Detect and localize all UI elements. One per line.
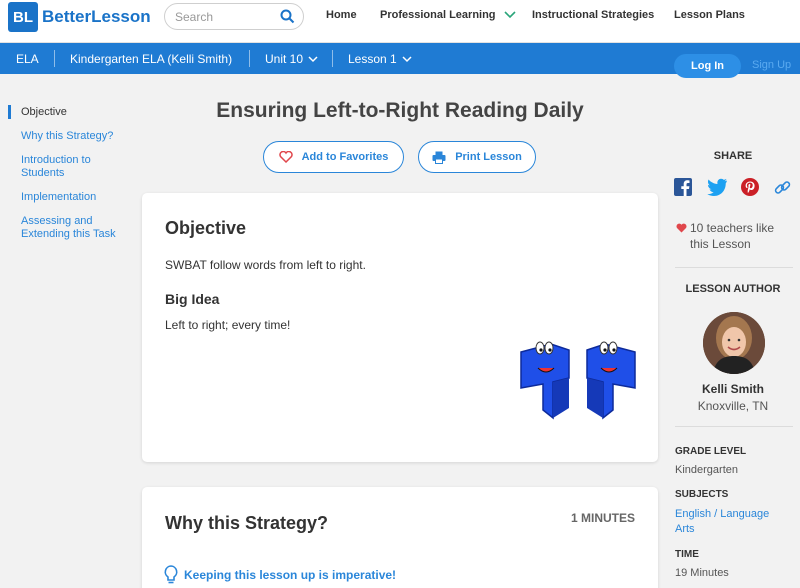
login-button[interactable]: Log In (674, 54, 741, 78)
betterlesson-logo[interactable]: BL BetterLesson (8, 2, 151, 32)
time-label: TIME (675, 549, 699, 560)
lesson-likes: 10 teachers like this Lesson (676, 220, 786, 252)
nav-home[interactable]: Home (326, 9, 357, 21)
crumb-divider (332, 50, 333, 67)
signup-link[interactable]: Sign Up (752, 59, 791, 71)
lesson-author-label: LESSON AUTHOR (685, 283, 781, 295)
facebook-icon[interactable] (674, 178, 692, 196)
section-link-why-this-strategy[interactable]: Why this Strategy? (21, 130, 126, 143)
crumb-unit[interactable]: Unit 10 (265, 52, 318, 66)
time-value: 19 Minutes (675, 567, 729, 579)
chevron-down-icon (402, 55, 412, 62)
teaching-tip: Keeping this lesson up is imperative! (164, 565, 396, 585)
big-idea-illustration (520, 341, 636, 420)
crumb-course[interactable]: Kindergarten ELA (Kelli Smith) (70, 52, 232, 66)
crumb-unit-label: Unit 10 (265, 52, 304, 66)
nav-professional-learning-label: Professional Learning (380, 9, 496, 21)
copy-link-icon[interactable] (773, 178, 792, 197)
section-link-assessing[interactable]: Assessing and Extending this Task (21, 215, 126, 241)
crumb-lesson[interactable]: Lesson 1 (348, 52, 412, 66)
logo-badge: BL (8, 2, 38, 32)
heart-icon (676, 223, 687, 233)
section-duration: 1 MINUTES (570, 511, 635, 525)
sidebar-divider (675, 426, 793, 427)
objective-heading: Objective (165, 218, 247, 238)
subjects-link[interactable]: English / Language Arts (675, 507, 785, 537)
add-to-favorites-label: Add to Favorites (301, 151, 389, 163)
objective-text: SWBAT follow words from left to right. (165, 258, 366, 272)
printer-icon (432, 151, 446, 164)
search-icon[interactable] (280, 9, 295, 29)
section-link-implementation[interactable]: Implementation (21, 191, 126, 204)
lightbulb-icon (164, 565, 178, 584)
big-idea-text: Left to right; every time! (165, 318, 291, 332)
chevron-down-icon (503, 11, 516, 19)
search-box (164, 3, 304, 30)
pinterest-icon[interactable] (741, 178, 759, 196)
share-label: SHARE (713, 150, 753, 162)
search-input[interactable] (175, 4, 280, 29)
print-lesson-button[interactable]: Print Lesson (418, 141, 536, 173)
lesson-title: Ensuring Left-to-Right Reading Daily (216, 99, 584, 122)
objective-card: Objective SWBAT follow words from left t… (142, 193, 658, 462)
section-link-objective[interactable]: Objective (21, 106, 126, 119)
author-location: Knoxville, TN (697, 399, 769, 413)
author-avatar[interactable] (703, 312, 765, 374)
grade-level-label: GRADE LEVEL (675, 446, 747, 457)
nav-lesson-plans[interactable]: Lesson Plans (674, 9, 745, 21)
why-this-strategy-heading: Why this Strategy? (165, 513, 329, 533)
print-lesson-label: Print Lesson (455, 151, 522, 163)
section-link-introduction[interactable]: Introduction to Students (21, 154, 126, 180)
crumb-divider (54, 50, 55, 67)
heart-outline-icon (278, 151, 293, 163)
logo-text: BetterLesson (42, 7, 151, 26)
likes-text: 10 teachers like this Lesson (690, 221, 775, 251)
why-this-strategy-card: Why this Strategy? 1 MINUTES Keeping thi… (142, 487, 658, 588)
chevron-down-icon (308, 55, 318, 62)
add-to-favorites-button[interactable]: Add to Favorites (263, 141, 404, 173)
teaching-tip-text: Keeping this lesson up is imperative! (184, 568, 397, 582)
big-idea-heading: Big Idea (165, 291, 220, 307)
sidebar-divider (675, 267, 793, 268)
nav-professional-learning[interactable]: Professional Learning (380, 9, 516, 21)
nav-instructional-strategies[interactable]: Instructional Strategies (532, 9, 654, 21)
active-section-marker (8, 105, 11, 119)
crumb-divider (249, 50, 250, 67)
author-photo (703, 312, 765, 374)
twitter-icon[interactable] (706, 178, 728, 196)
crumb-subject[interactable]: ELA (16, 52, 39, 66)
grade-level-value: Kindergarten (675, 464, 738, 476)
subjects-label: SUBJECTS (675, 489, 729, 500)
top-navigation: BL BetterLesson Home Professional Learni… (0, 0, 800, 43)
crumb-lesson-label: Lesson 1 (348, 52, 397, 66)
author-name[interactable]: Kelli Smith (662, 382, 800, 396)
